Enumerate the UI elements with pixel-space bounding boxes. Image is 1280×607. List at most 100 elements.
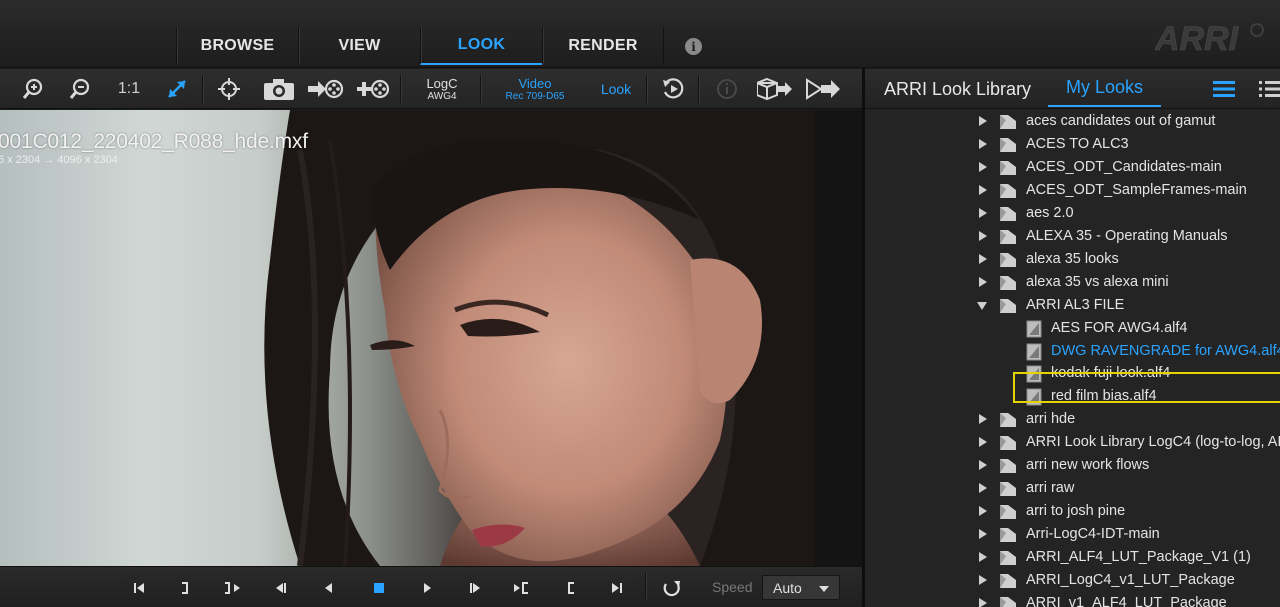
fit-diagonal-icon[interactable] [160,69,194,109]
folder-item[interactable]: ACES TO ALC3 [865,133,1280,156]
look-file-item[interactable]: AES FOR AWG4.alf4 [865,317,1280,340]
clip-resolution: 6 x 2304 → 4096 x 2304 [0,154,118,166]
folder-item[interactable]: Arri-LogC4-IDT-main [865,523,1280,546]
tab-view[interactable]: VIEW [298,27,420,65]
item-label: alexa 35 vs alexa mini [1026,273,1169,290]
item-label: ARRI_ALF4_LUT_Package_V1 (1) [1026,549,1251,566]
detail-list-view-icon[interactable] [1259,80,1280,98]
expand-arrow-right-icon[interactable] [979,597,987,607]
folder-item[interactable]: ACES_ODT_SampleFrames-main [865,179,1280,202]
go-to-end-icon[interactable] [606,577,628,599]
output-colorspace-button[interactable]: Video Rec 709-D65 [492,69,578,109]
folder-item[interactable]: arri raw [865,477,1280,500]
expand-arrow-down-icon[interactable] [977,301,987,310]
item-label: arri new work flows [1026,457,1150,474]
next-frame-icon[interactable] [464,577,486,599]
folder-item[interactable]: ALEXA 35 - Operating Manuals [865,225,1280,248]
info-icon[interactable]: i [685,38,702,55]
folder-item[interactable]: ARRI_v1_ALF4_LUT_Package [865,592,1280,607]
export-look-icon[interactable] [755,69,795,109]
expand-arrow-right-icon[interactable] [979,116,987,126]
folder-item[interactable]: alexa 35 looks [865,248,1280,271]
expand-arrow-right-icon[interactable] [979,506,987,517]
look-library-panel: ARRI Look Library My Looks aces candidat… [865,69,1280,607]
input-colorspace-gamut: AWG4 [427,90,457,102]
folder-item[interactable]: arri new work flows [865,454,1280,477]
speed-dropdown[interactable]: Auto [762,575,840,600]
expand-arrow-right-icon[interactable] [979,414,987,425]
go-to-in-point-icon[interactable] [510,577,532,599]
folder-item[interactable]: ARRI_LogC4_v1_LUT_Package [865,569,1280,592]
tab-browse[interactable]: BROWSE [176,27,298,65]
expand-arrow-right-icon[interactable] [979,207,987,218]
list-view-icon[interactable] [1213,80,1235,98]
expand-arrow-right-icon[interactable] [979,460,987,471]
item-label: arri hde [1026,411,1076,428]
folder-icon [998,595,1018,607]
expand-arrow-right-icon[interactable] [979,184,987,195]
folder-item[interactable]: alexa 35 vs alexa mini [865,271,1280,294]
viewer-toolbar: 1:1 LogC AWG4 Video Rec 709-D65 Look [0,69,862,109]
export-frame-icon[interactable] [306,69,346,109]
folder-item[interactable]: ACES_ODT_Candidates-main [865,156,1280,179]
history-icon[interactable] [656,69,690,109]
my-looks-tree: aces candidates out of gamut ACES TO ALC3… [865,109,1280,607]
expand-arrow-right-icon[interactable] [979,575,987,585]
item-label: ACES_ODT_SampleFrames-main [1026,181,1247,198]
play-icon[interactable] [416,577,438,599]
go-to-out-point-icon[interactable] [222,577,244,599]
folder-item[interactable]: ARRI Look Library LogC4 (log-to-log, AL [865,431,1280,454]
expand-arrow-right-icon[interactable] [979,161,987,172]
toolbar-divider [400,75,401,103]
item-label: aces candidates out of gamut [1026,113,1216,129]
set-out-point-icon[interactable] [174,577,196,599]
send-to-render-icon[interactable] [803,69,843,109]
loop-icon[interactable] [661,577,683,599]
tab-my-looks[interactable]: My Looks [1048,69,1161,107]
zoom-in-icon[interactable] [16,69,50,109]
item-label: Arri-LogC4-IDT-main [1026,526,1160,543]
toolbar-divider [480,75,481,103]
add-reel-icon[interactable] [354,69,394,109]
clip-info-icon[interactable] [710,69,744,109]
folder-item[interactable]: ARRI AL3 FILE [865,294,1280,317]
previous-frame-icon[interactable] [270,577,292,599]
folder-item[interactable]: aces candidates out of gamut [865,110,1280,133]
set-in-point-icon[interactable] [560,577,582,599]
look-toggle-button[interactable]: Look [592,69,640,109]
image-viewport[interactable]: 001C012_220402_R088_hde.mxf 6 x 2304 → 4… [0,110,862,566]
tab-arri-look-library[interactable]: ARRI Look Library [884,79,1031,100]
zoom-out-icon[interactable] [63,69,97,109]
crosshair-icon[interactable] [212,69,246,109]
expand-arrow-right-icon[interactable] [979,437,987,448]
tab-render[interactable]: RENDER [542,27,664,65]
play-reverse-icon[interactable] [318,577,340,599]
stop-icon[interactable] [368,577,390,599]
look-file-item[interactable]: red film bias.alf4 [865,385,1280,408]
folder-item[interactable]: aes 2.0 [865,202,1280,225]
look-file-item[interactable]: DWG RAVENGRADE for AWG4.alf4 [865,340,1280,363]
input-colorspace-button[interactable]: LogC AWG4 [410,69,474,109]
item-label: DWG RAVENGRADE for AWG4.alf4 [1051,342,1280,359]
look-file-item[interactable]: kodak fuji look.alf4 [865,362,1280,385]
expand-arrow-right-icon[interactable] [979,276,987,287]
expand-arrow-right-icon[interactable] [979,138,987,149]
arri-reference-tool-window: BROWSE VIEW LOOK RENDER i ARRI 1:1 LogC … [0,0,1280,607]
toolbar-divider [698,75,699,103]
expand-arrow-right-icon[interactable] [979,230,987,241]
item-label: alexa 35 looks [1026,250,1119,267]
transport-bar: Speed Auto [0,566,862,607]
camera-icon[interactable] [260,69,298,109]
item-label: arri raw [1026,480,1075,497]
folder-item[interactable]: arri hde [865,408,1280,431]
item-label: kodak fuji look.alf4 [1051,365,1171,382]
zoom-1-to-1-button[interactable]: 1:1 [112,69,146,109]
expand-arrow-right-icon[interactable] [979,529,987,540]
tab-look[interactable]: LOOK [420,27,542,65]
folder-item[interactable]: arri to josh pine [865,500,1280,523]
folder-item[interactable]: ARRI_ALF4_LUT_Package_V1 (1) [865,546,1280,569]
expand-arrow-right-icon[interactable] [979,552,987,563]
expand-arrow-right-icon[interactable] [979,483,987,494]
go-to-start-icon[interactable] [128,577,150,599]
expand-arrow-right-icon[interactable] [979,253,987,264]
